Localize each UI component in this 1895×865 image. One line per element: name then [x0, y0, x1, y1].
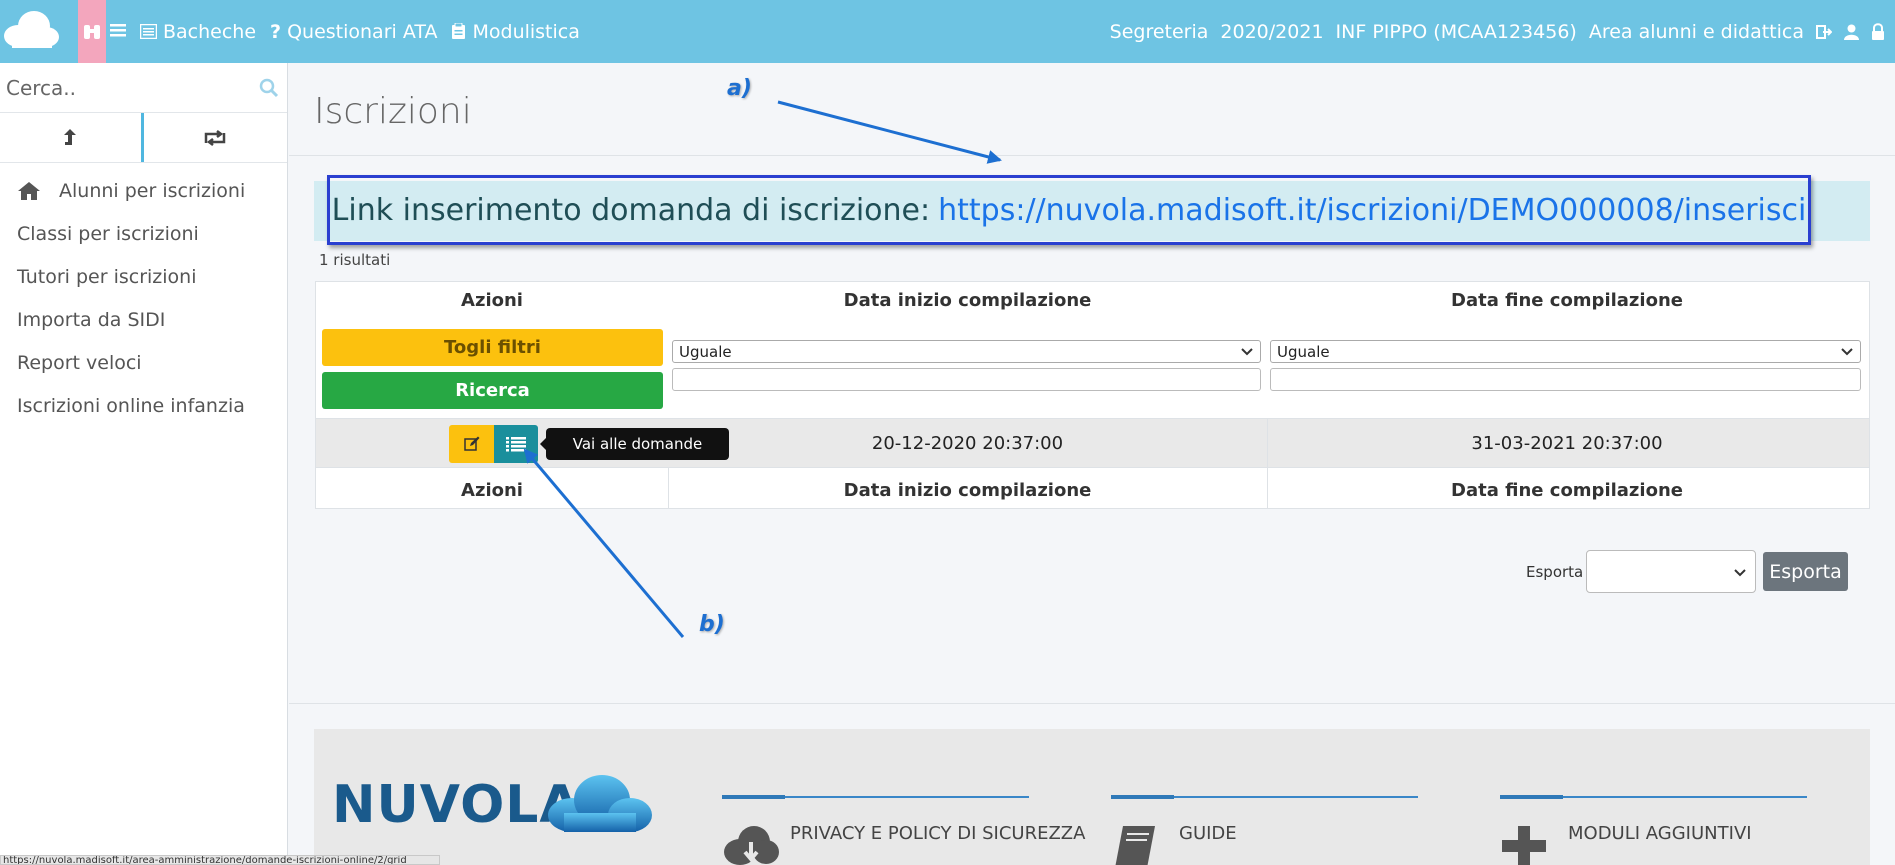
cloud-download-icon	[724, 826, 779, 865]
sidebar-item-label: Iscrizioni online infanzia	[17, 394, 245, 417]
link-highlight-box: Link inserimento domanda di iscrizione: …	[327, 175, 1811, 245]
sidebar-item-label: Report veloci	[17, 351, 142, 374]
annotation-label-b: b)	[699, 612, 725, 637]
end-date-cell: 31-03-2021 20:37:00	[1471, 433, 1663, 454]
column-header-start-date[interactable]: Data inizio compilazione	[669, 290, 1266, 311]
footer-col-label: PRIVACY E POLICY DI SICUREZZA	[790, 823, 1086, 844]
binoculars-button[interactable]	[78, 0, 106, 63]
tooltip: Vai alle domande	[540, 428, 729, 460]
annotation-label-a: a)	[727, 76, 752, 101]
end-date-filter-input[interactable]	[1270, 368, 1861, 391]
sidebar-item-label: Tutori per iscrizioni	[17, 265, 197, 288]
retweet-icon	[205, 129, 226, 146]
plus-icon	[1502, 826, 1546, 865]
footer-header-end-date[interactable]: Data fine compilazione	[1267, 480, 1867, 501]
sidebar-item-classi[interactable]: Classi per iscrizioni	[0, 212, 287, 255]
export-button[interactable]: Esporta	[1763, 552, 1848, 591]
sidebar-search	[0, 63, 287, 113]
start-date-operator-value: Uguale	[679, 342, 732, 361]
link-label: Link inserimento domanda di iscrizione:	[331, 192, 931, 228]
footer-col-modules[interactable]: MODULI AGGIUNTIVI	[1500, 795, 1807, 865]
clear-filters-button[interactable]: Togli filtri	[322, 329, 663, 366]
results-count: 1 risultati	[319, 251, 391, 269]
divider	[722, 795, 1029, 799]
sidebar-item-alunni[interactable]: Alunni per iscrizioni	[0, 169, 287, 212]
nav-modulistica-label: Modulistica	[472, 20, 580, 43]
footer-header-actions: Azioni	[461, 480, 523, 501]
end-date-operator-select[interactable]: Uguale	[1270, 340, 1861, 363]
list-icon	[506, 437, 526, 452]
sidebar-item-iscrizioni-online[interactable]: Iscrizioni online infanzia	[0, 384, 287, 427]
page-title: Iscrizioni	[314, 91, 472, 132]
sidebar-item-importa-sidi[interactable]: Importa da SIDI	[0, 298, 287, 341]
arrow-up-icon	[64, 128, 77, 145]
nuvola-logo[interactable]: NUVOLA	[332, 775, 652, 835]
office-label[interactable]: Segreteria	[1110, 21, 1209, 43]
start-date-cell: 20-12-2020 20:37:00	[871, 433, 1064, 454]
search-button[interactable]: Ricerca	[322, 372, 663, 409]
lock-icon[interactable]	[1871, 23, 1885, 40]
top-navbar: Bacheche ? Questionari ATA Modulistica S…	[0, 0, 1895, 63]
area-label[interactable]: Area alunni e didattica	[1589, 21, 1804, 43]
footer-col-label: MODULI AGGIUNTIVI	[1568, 823, 1752, 844]
logout-icon[interactable]	[1816, 24, 1832, 40]
search-icon[interactable]	[259, 78, 279, 98]
chevron-down-icon	[1734, 569, 1746, 577]
divider	[1267, 418, 1268, 468]
chevron-down-icon	[1241, 348, 1253, 356]
end-date-operator-value: Uguale	[1277, 342, 1330, 361]
nav-bacheche[interactable]: Bacheche	[140, 21, 256, 43]
edit-icon	[463, 436, 479, 451]
registration-link[interactable]: https://nuvola.madisoft.it/iscrizioni/DE…	[938, 193, 1806, 228]
search-input[interactable]	[0, 75, 240, 100]
divider	[289, 155, 1895, 156]
user-icon[interactable]	[1844, 24, 1859, 40]
divider	[1500, 795, 1807, 799]
registrations-grid: Azioni Data inizio compilazione Data fin…	[315, 281, 1870, 509]
school-year-label[interactable]: 2020/2021	[1220, 21, 1323, 43]
go-to-applications-button[interactable]	[494, 425, 538, 463]
footer-col-label: GUIDE	[1179, 823, 1237, 844]
nuvola-cloud-logo-icon[interactable]	[2, 8, 60, 50]
nav-questionari-ata[interactable]: ? Questionari ATA	[270, 21, 437, 43]
sidebar: Alunni per iscrizioni Classi per iscrizi…	[0, 63, 288, 865]
sidebar-item-label: Alunni per iscrizioni	[59, 179, 246, 202]
cloud-logo-icon	[548, 775, 652, 832]
main-content: Iscrizioni Link inserimento domanda di i…	[289, 63, 1895, 865]
nav-questionari-label: Questionari ATA	[287, 20, 438, 43]
sidebar-tabs	[0, 113, 287, 163]
footer-col-privacy[interactable]: PRIVACY E POLICY DI SICUREZZA	[722, 795, 1085, 865]
divider	[1111, 795, 1418, 799]
sidebar-item-label: Classi per iscrizioni	[17, 222, 199, 245]
binoculars-icon	[84, 24, 100, 39]
browser-status-url: https://nuvola.madisoft.it/area-amminist…	[0, 855, 440, 865]
sidebar-item-tutori[interactable]: Tutori per iscrizioni	[0, 255, 287, 298]
nav-bacheche-label: Bacheche	[163, 20, 257, 43]
nav-modulistica[interactable]: Modulistica	[451, 20, 580, 43]
sidebar-item-label: Importa da SIDI	[17, 308, 166, 331]
home-icon	[18, 181, 40, 200]
column-header-actions: Azioni	[461, 290, 523, 311]
book-icon	[1115, 826, 1155, 865]
divider	[289, 703, 1895, 704]
export-format-select[interactable]	[1586, 550, 1756, 593]
footer-col-guide[interactable]: GUIDE	[1111, 795, 1418, 865]
start-date-filter-input[interactable]	[672, 368, 1261, 391]
menu-toggle-icon[interactable]	[110, 21, 126, 43]
start-date-operator-select[interactable]: Uguale	[672, 340, 1261, 363]
edit-button[interactable]	[449, 425, 494, 463]
tab-retweet[interactable]	[144, 113, 288, 162]
chevron-down-icon	[1841, 348, 1853, 356]
footer-header-start-date[interactable]: Data inizio compilazione	[669, 480, 1266, 501]
question-icon: ?	[270, 20, 282, 43]
tab-upload[interactable]	[0, 113, 144, 162]
column-header-end-date[interactable]: Data fine compilazione	[1267, 290, 1867, 311]
school-label[interactable]: INF PIPPO (MCAA123456)	[1336, 21, 1577, 43]
export-label: Esporta	[1526, 563, 1584, 581]
clipboard-icon	[452, 23, 466, 39]
bulletin-icon	[140, 24, 157, 39]
sidebar-item-report-veloci[interactable]: Report veloci	[0, 341, 287, 384]
sidebar-menu: Alunni per iscrizioni Classi per iscrizi…	[0, 169, 287, 427]
page-footer: NUVOLA PRIVACY E POLICY DI SICUREZZA GUI…	[314, 729, 1870, 865]
